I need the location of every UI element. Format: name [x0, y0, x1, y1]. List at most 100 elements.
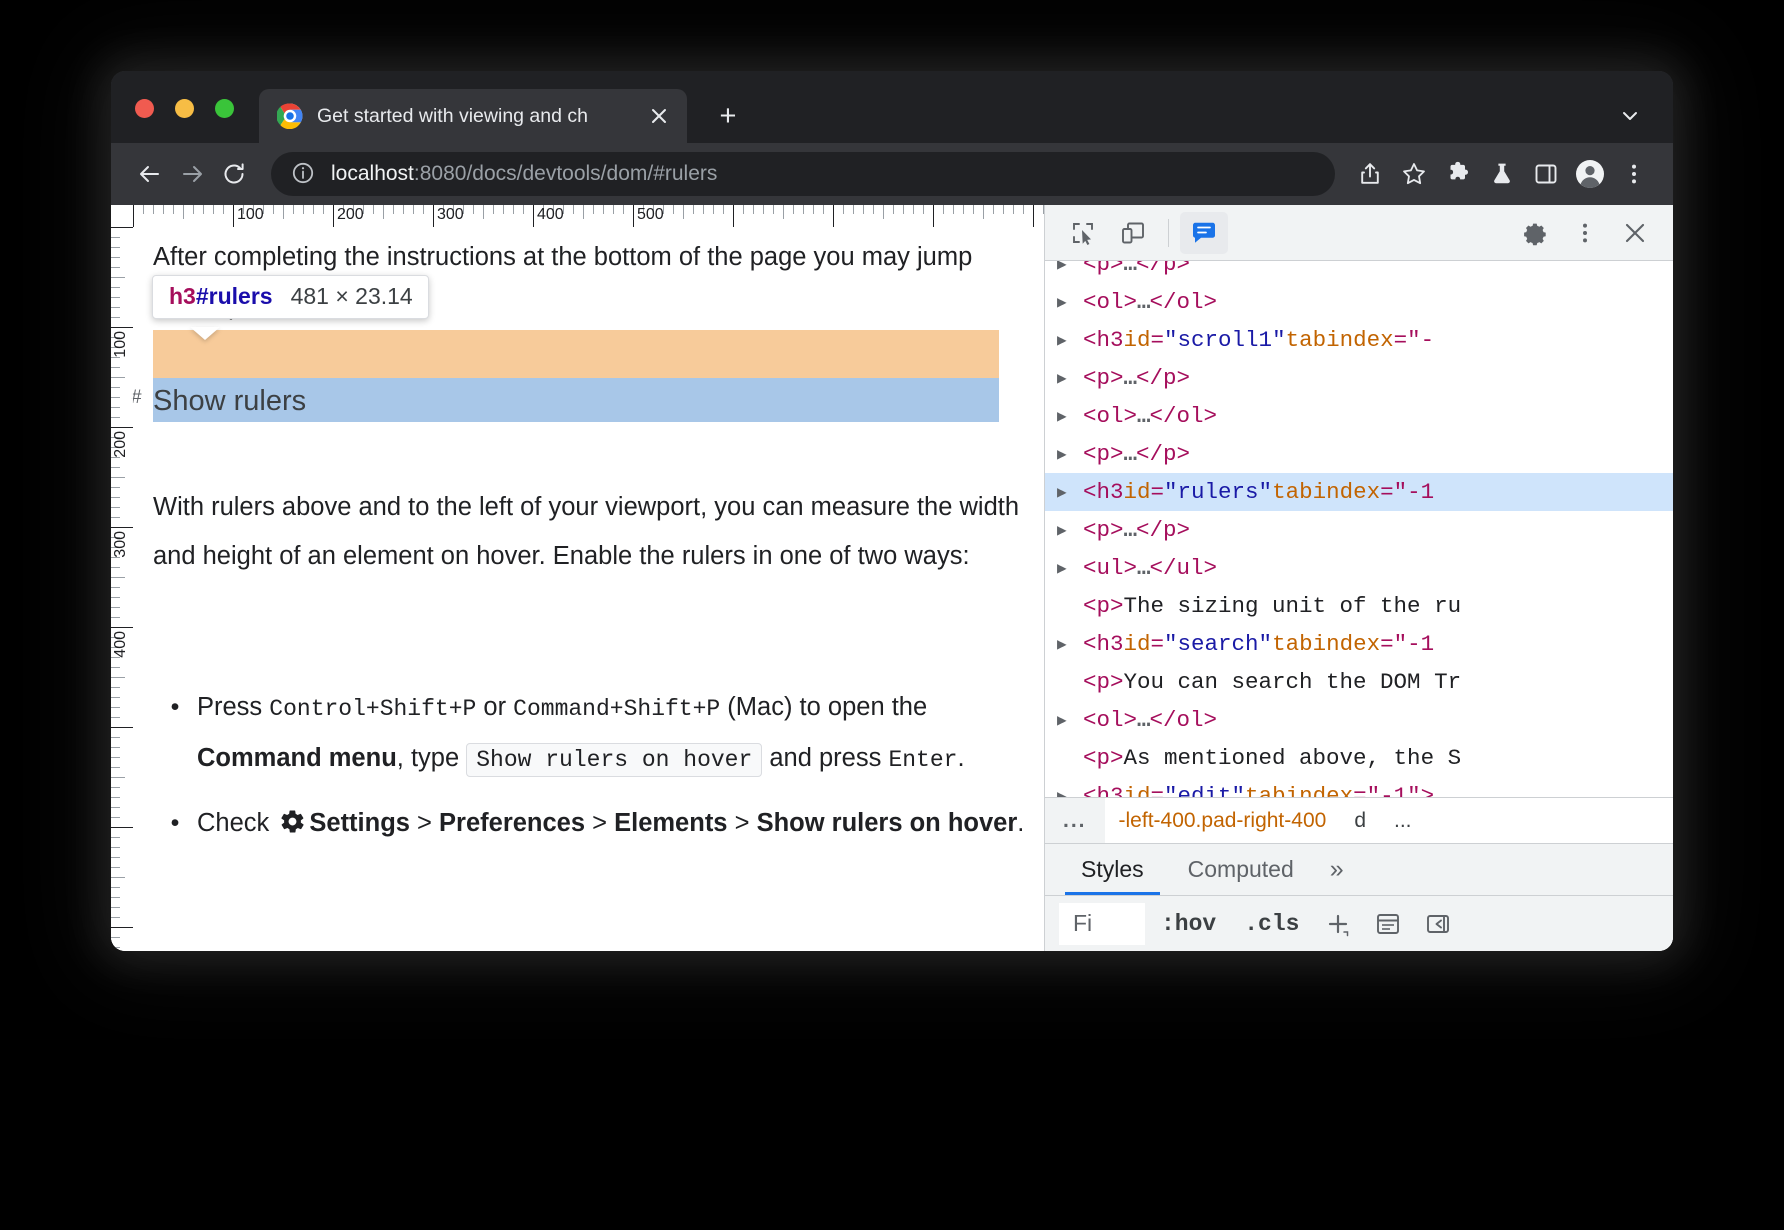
- ruler-tick: [111, 487, 120, 488]
- dom-node[interactable]: ▶<p>As mentioned above, the S: [1045, 739, 1673, 777]
- dom-node[interactable]: ▶<ol>…</ol>: [1045, 283, 1673, 321]
- browser-tab[interactable]: Get started with viewing and ch: [259, 89, 687, 143]
- address-bar[interactable]: localhost:8080/docs/devtools/dom/#rulers: [271, 152, 1335, 196]
- breadcrumb-overflow[interactable]: ...: [1045, 798, 1105, 844]
- dom-breadcrumb[interactable]: ...-left-400.pad-right-400d...: [1045, 797, 1673, 843]
- dom-tree[interactable]: ▶<p>…</p>▶<ol>…</ol>▶<h3 id="scroll1" ta…: [1045, 261, 1673, 797]
- new-tab-button[interactable]: +: [711, 101, 745, 135]
- star-icon[interactable]: [1393, 153, 1435, 195]
- ruler-tick: [111, 587, 120, 588]
- emphasis-text: Preferences: [439, 809, 585, 837]
- ruler-tick: [613, 205, 614, 214]
- ruler-tick: [111, 857, 120, 858]
- tab-styles[interactable]: Styles: [1059, 843, 1166, 895]
- breadcrumb-item[interactable]: -left-400.pad-right-400: [1105, 809, 1341, 833]
- ruler-tick: [273, 205, 274, 214]
- side-panel-icon[interactable]: [1525, 153, 1567, 195]
- ruler-tick: [493, 205, 494, 214]
- cls-button[interactable]: .cls: [1232, 903, 1311, 945]
- hov-button[interactable]: :hov: [1149, 903, 1228, 945]
- dom-node-val: "scroll1": [1164, 327, 1286, 353]
- three-dots-vertical-icon[interactable]: [1561, 212, 1609, 254]
- tooltip-tag-name: h3: [169, 283, 196, 309]
- plus-icon[interactable]: [1315, 903, 1361, 945]
- dom-node-tag: ="-1">: [1353, 783, 1434, 797]
- dom-node[interactable]: ▶<ol>…</ol>: [1045, 701, 1673, 739]
- element-dimension-tooltip: h3#rulers 481 × 23.14: [152, 275, 429, 319]
- dom-node[interactable]: ▶<h3 id="scroll1" tabindex="-: [1045, 321, 1673, 359]
- ruler-tick: [593, 205, 594, 214]
- styles-filter-input[interactable]: Fi: [1059, 903, 1145, 945]
- issues-message-icon[interactable]: [1180, 212, 1228, 254]
- ruler-tick: [111, 767, 120, 768]
- dom-node-tag: <ul>: [1083, 555, 1137, 581]
- chevron-right-icon[interactable]: ▶: [1057, 634, 1083, 654]
- dom-node[interactable]: ▶<p>You can search the DOM Tr: [1045, 663, 1673, 701]
- gear-icon[interactable]: [1511, 212, 1559, 254]
- dom-node[interactable]: ▶<p>…</p>: [1045, 435, 1673, 473]
- dom-node-tag: <p>: [1083, 441, 1124, 467]
- ruler-tick: [111, 507, 120, 508]
- chevron-right-icon[interactable]: ▶: [1057, 520, 1083, 540]
- minimize-window-button[interactable]: [175, 99, 194, 118]
- flask-icon[interactable]: [1481, 153, 1523, 195]
- breadcrumb-item[interactable]: d: [1340, 809, 1380, 833]
- close-icon[interactable]: [1611, 212, 1659, 254]
- three-dots-vertical-icon[interactable]: [1613, 153, 1655, 195]
- dom-node-tag: <h3: [1083, 327, 1124, 353]
- dom-node[interactable]: ▶<ul>…</ul>: [1045, 549, 1673, 587]
- ruler-tick: [111, 317, 120, 318]
- back-arrow-icon[interactable]: [129, 153, 171, 195]
- dom-node[interactable]: ▶<h3 id="search" tabindex="-1: [1045, 625, 1673, 663]
- devtools-panel: ▶<p>…</p>▶<ol>…</ol>▶<h3 id="scroll1" ta…: [1044, 205, 1673, 951]
- dom-node[interactable]: ▶<p>…</p>: [1045, 261, 1673, 283]
- puzzle-piece-icon[interactable]: [1437, 153, 1479, 195]
- device-toolbar-icon[interactable]: [1109, 212, 1157, 254]
- chevron-right-icon[interactable]: ▶: [1057, 261, 1083, 274]
- person-avatar-icon[interactable]: [1569, 153, 1611, 195]
- chevron-right-icon[interactable]: ▶: [1057, 558, 1083, 578]
- close-window-button[interactable]: [135, 99, 154, 118]
- ruler-tick: [603, 205, 604, 214]
- share-icon[interactable]: [1349, 153, 1391, 195]
- ruler-label: 500: [633, 206, 664, 224]
- ruler-tick: [111, 597, 120, 598]
- forward-arrow-icon[interactable]: [171, 153, 213, 195]
- dom-node[interactable]: ▶<p>…</p>: [1045, 359, 1673, 397]
- tab-title: Get started with viewing and ch: [317, 105, 645, 128]
- chevron-right-icon[interactable]: ▶: [1057, 368, 1083, 388]
- reload-icon[interactable]: [213, 153, 255, 195]
- ruler-tick: [111, 367, 120, 368]
- chevron-right-icon[interactable]: ▶: [1057, 406, 1083, 426]
- inspect-cursor-icon[interactable]: [1059, 212, 1107, 254]
- element-classes-icon[interactable]: [1365, 903, 1411, 945]
- breadcrumb-item[interactable]: ...: [1380, 809, 1426, 833]
- ruler-tick: [953, 205, 954, 214]
- chevron-right-icon[interactable]: ▶: [1057, 786, 1083, 797]
- chevron-down-icon[interactable]: [1615, 101, 1645, 131]
- chevron-right-icon[interactable]: ▶: [1057, 292, 1083, 312]
- chevron-right-icon[interactable]: ▶: [1057, 444, 1083, 464]
- dom-node[interactable]: ▶<ol>…</ol>: [1045, 397, 1673, 435]
- close-icon[interactable]: [645, 102, 673, 130]
- styles-toolbar: Fi :hov .cls: [1045, 895, 1673, 951]
- ruler-tick: [743, 205, 744, 214]
- dom-node[interactable]: ▶<h3 id="edit" tabindex="-1">: [1045, 777, 1673, 797]
- emphasis-text: Settings: [309, 809, 410, 837]
- dom-node[interactable]: ▶<p>…</p>: [1045, 511, 1673, 549]
- dom-node-attr: tabindex: [1272, 631, 1380, 657]
- dom-node-selected[interactable]: ▶<h3 id="rulers" tabindex="-1: [1045, 473, 1673, 511]
- dom-node[interactable]: ▶<p>The sizing unit of the ru: [1045, 587, 1673, 625]
- ruler-tick: [111, 407, 120, 408]
- dom-node-tag: ="-: [1394, 327, 1435, 353]
- chevron-right-icon[interactable]: ▶: [1057, 482, 1083, 502]
- collapse-pane-icon[interactable]: [1415, 903, 1461, 945]
- tab-computed[interactable]: Computed: [1166, 843, 1316, 895]
- dom-node-tag: <h3: [1083, 479, 1124, 505]
- ruler-tick: [153, 205, 154, 214]
- chevron-right-icon[interactable]: ▶: [1057, 330, 1083, 350]
- chevron-double-right-icon[interactable]: »: [1316, 843, 1358, 895]
- chevron-right-icon[interactable]: ▶: [1057, 710, 1083, 730]
- info-circle-icon[interactable]: [291, 161, 317, 187]
- maximize-window-button[interactable]: [215, 99, 234, 118]
